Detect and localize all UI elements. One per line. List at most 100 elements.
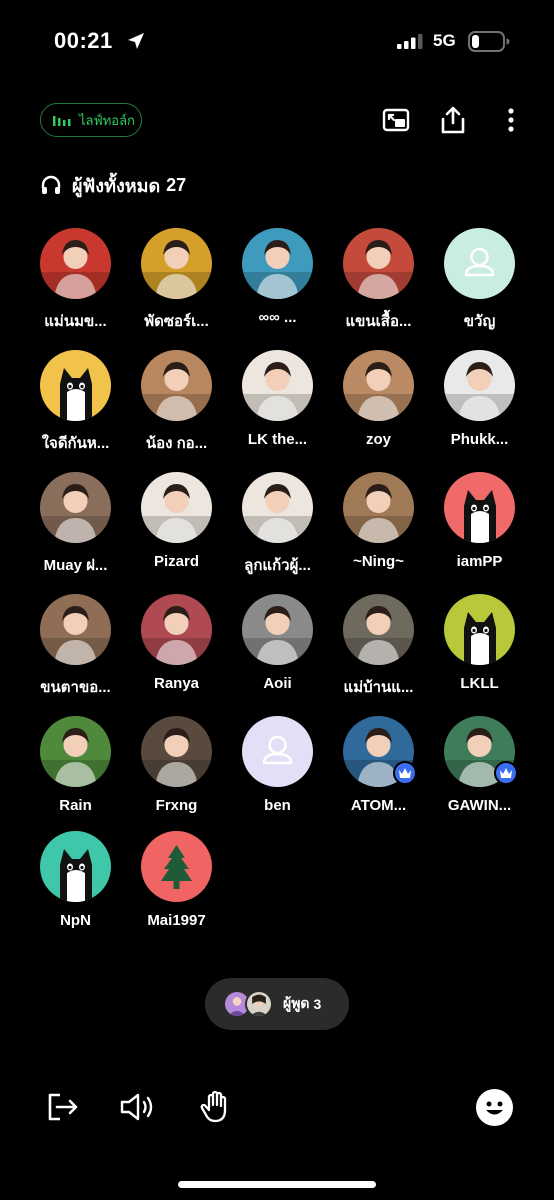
listener-item[interactable]: Mai1997 xyxy=(126,831,227,929)
listener-name: ben xyxy=(264,797,291,814)
avatar[interactable] xyxy=(343,594,414,665)
avatar[interactable] xyxy=(242,594,313,665)
avatar[interactable] xyxy=(343,228,414,299)
photo-avatar xyxy=(242,594,313,665)
home-indicator[interactable] xyxy=(178,1181,376,1188)
more-options-button[interactable] xyxy=(495,104,527,136)
avatar[interactable] xyxy=(40,831,111,902)
listener-item[interactable]: ~Ning~ xyxy=(328,472,429,577)
photo-avatar xyxy=(141,228,212,299)
cat-avatar xyxy=(40,831,111,902)
avatar[interactable] xyxy=(40,716,111,787)
avatar[interactable] xyxy=(444,594,515,665)
listener-name: พัดซอร์เ... xyxy=(144,313,209,330)
listener-item[interactable]: zoy xyxy=(328,350,429,455)
emoji-button[interactable] xyxy=(476,1089,513,1126)
listener-name: Frxng xyxy=(155,797,198,814)
avatar[interactable] xyxy=(444,716,518,787)
photo-avatar xyxy=(40,594,111,665)
avatar[interactable] xyxy=(343,350,414,421)
avatar[interactable] xyxy=(40,472,111,543)
avatar[interactable] xyxy=(343,472,414,543)
status-time: 00:21 xyxy=(54,28,113,53)
listener-item[interactable]: น้อง กอ... xyxy=(126,350,227,455)
listener-name: LK the... xyxy=(247,431,308,448)
cat-avatar xyxy=(444,472,515,543)
listener-name: แม่บ้านแ... xyxy=(343,679,414,696)
listener-name: Phukk... xyxy=(450,431,509,448)
more-vertical-icon xyxy=(508,108,514,132)
listener-item[interactable]: ใจดีกันห... xyxy=(25,350,126,455)
speakers-label: ผู้พูด xyxy=(283,995,310,1011)
avatar[interactable] xyxy=(444,228,515,299)
listener-item[interactable]: ลูกแก้วผู้... xyxy=(227,472,328,577)
listener-item[interactable]: แม่นมข... xyxy=(25,228,126,333)
listener-item[interactable]: ben xyxy=(227,716,328,814)
default-person-avatar xyxy=(242,716,313,787)
listeners-title: ผู้ฟังทั้งหมด xyxy=(72,175,161,196)
listener-grid: แม่นมข... พัดซอร์เ... ∞∞ ... แขนเสื้อ... ขวั… xyxy=(25,228,530,929)
photo-avatar xyxy=(242,228,313,299)
photo-avatar xyxy=(40,228,111,299)
listener-item[interactable]: Ranya xyxy=(126,594,227,699)
listener-item[interactable]: แม่บ้านแ... xyxy=(328,594,429,699)
share-button[interactable] xyxy=(437,104,469,136)
listener-item[interactable]: GAWIN... xyxy=(429,716,530,814)
avatar[interactable] xyxy=(141,228,212,299)
avatar[interactable] xyxy=(141,350,212,421)
speaker-toggle-button[interactable] xyxy=(118,1088,156,1126)
tree-avatar xyxy=(141,831,212,902)
listener-item[interactable]: Rain xyxy=(25,716,126,814)
listener-item[interactable]: Pizard xyxy=(126,472,227,577)
status-bar: 00:21 5G xyxy=(0,0,554,80)
raise-hand-button[interactable] xyxy=(197,1088,235,1126)
speakers-button[interactable]: ผู้พูด 3 xyxy=(205,978,349,1030)
listener-item[interactable]: LKLL xyxy=(429,594,530,699)
listener-item[interactable]: ATOM... xyxy=(328,716,429,814)
listeners-count: 27 xyxy=(166,174,187,195)
listener-item[interactable]: LK the... xyxy=(227,350,328,455)
avatar[interactable] xyxy=(444,350,515,421)
listener-item[interactable]: iamPP xyxy=(429,472,530,577)
avatar[interactable] xyxy=(242,350,313,421)
avatar[interactable] xyxy=(141,594,212,665)
avatar[interactable] xyxy=(141,472,212,543)
emoji-icon xyxy=(486,1101,503,1115)
avatar[interactable] xyxy=(40,228,111,299)
listener-name: GAWIN... xyxy=(447,797,512,814)
live-talk-badge[interactable]: ไลฟ์ทอล์ก xyxy=(40,103,142,137)
minimize-button[interactable] xyxy=(380,104,412,136)
leave-button[interactable] xyxy=(44,1088,82,1126)
listener-item[interactable]: Aoii xyxy=(227,594,328,699)
avatar[interactable] xyxy=(141,831,212,902)
speaker-avatar xyxy=(245,990,273,1018)
photo-avatar xyxy=(444,350,515,421)
listener-item[interactable]: Frxng xyxy=(126,716,227,814)
avatar[interactable] xyxy=(242,472,313,543)
photo-avatar xyxy=(141,594,212,665)
avatar[interactable] xyxy=(343,716,417,787)
listener-item[interactable]: NpN xyxy=(25,831,126,929)
default-person-avatar xyxy=(444,228,515,299)
listener-name: ขวัญ xyxy=(463,313,496,330)
cat-avatar xyxy=(40,350,111,421)
listener-item[interactable]: Muay ฝ... xyxy=(25,472,126,577)
photo-avatar xyxy=(343,228,414,299)
avatar[interactable] xyxy=(141,716,212,787)
listener-name: Ranya xyxy=(153,675,200,692)
avatar[interactable] xyxy=(40,594,111,665)
listener-item[interactable]: ขวัญ xyxy=(429,228,530,333)
avatar[interactable] xyxy=(242,228,313,299)
raise-hand-icon xyxy=(200,1090,227,1123)
crown-badge-icon xyxy=(393,761,417,785)
listener-item[interactable]: ขนตาขอ... xyxy=(25,594,126,699)
listener-item[interactable]: ∞∞ ... xyxy=(227,228,328,333)
share-icon xyxy=(441,106,465,134)
crown-badge-icon xyxy=(494,761,518,785)
listener-item[interactable]: Phukk... xyxy=(429,350,530,455)
avatar[interactable] xyxy=(40,350,111,421)
avatar[interactable] xyxy=(444,472,515,543)
listener-item[interactable]: พัดซอร์เ... xyxy=(126,228,227,333)
listener-item[interactable]: แขนเสื้อ... xyxy=(328,228,429,333)
avatar[interactable] xyxy=(242,716,313,787)
